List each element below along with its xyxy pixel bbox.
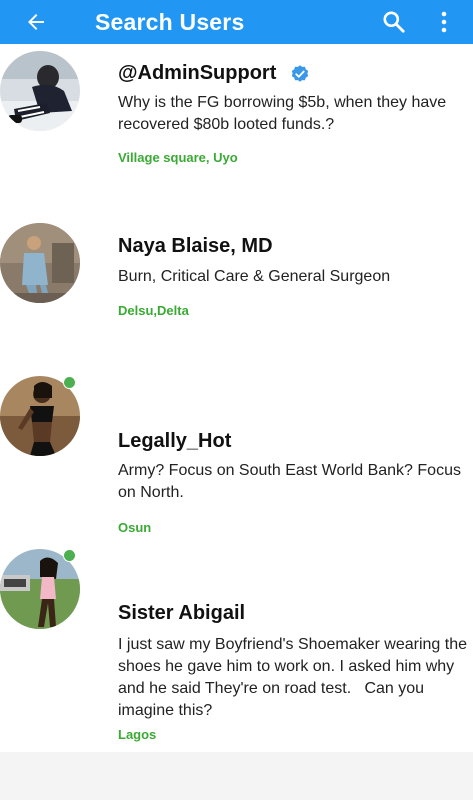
user-location: Village square, Uyo [118, 150, 238, 165]
app-bar: Search Users [0, 0, 473, 44]
avatar[interactable] [0, 223, 80, 303]
user-name-text: Naya Blaise, MD [118, 235, 273, 257]
verified-badge-icon [290, 64, 310, 84]
user-list: @AdminSupport Why is the FG borrowing $5… [0, 44, 473, 752]
more-vertical-icon [441, 11, 447, 33]
user-bio: Why is the FG borrowing $5b, when they h… [118, 94, 447, 133]
user-name-text: Sister Abigail [118, 602, 246, 624]
user-list-item[interactable]: Naya Blaise, MD Burn, Critical Care & Ge… [0, 196, 473, 371]
user-name-text: @AdminSupport [118, 62, 277, 84]
user-location: Delsu,Delta [118, 303, 189, 318]
user-bio: Army? Focus on South East World Bank? Fo… [118, 462, 461, 501]
arrow-left-icon [28, 14, 44, 30]
search-button[interactable] [375, 0, 413, 44]
user-list-item[interactable]: Legally_Hot Army? Focus on South East Wo… [0, 371, 473, 546]
user-list-item[interactable]: Sister Abigail I just saw my Boyfriend's… [0, 546, 473, 752]
user-name: Legally_Hot [118, 430, 231, 453]
back-button[interactable] [0, 0, 76, 44]
user-name: @AdminSupport [118, 62, 310, 85]
user-location: Osun [118, 520, 152, 535]
avatar-image [0, 223, 80, 303]
avatar[interactable] [0, 376, 80, 456]
search-icon [383, 11, 405, 33]
user-bio: Burn, Critical Care & General Surgeon [118, 268, 391, 285]
online-status-indicator [63, 376, 76, 389]
user-name: Naya Blaise, MD [118, 235, 273, 258]
avatar-image [0, 51, 80, 131]
user-list-item[interactable]: @AdminSupport Why is the FG borrowing $5… [0, 44, 473, 196]
page-title: Search Users [95, 8, 245, 35]
more-options-button[interactable] [431, 0, 457, 44]
user-location: Lagos [118, 727, 157, 742]
avatar[interactable] [0, 549, 80, 629]
avatar[interactable] [0, 51, 80, 131]
user-name-text: Legally_Hot [118, 430, 232, 452]
online-status-indicator [63, 549, 76, 562]
user-name: Sister Abigail [118, 602, 245, 625]
user-bio: I just saw my Boyfriend's Shoemaker wear… [118, 636, 472, 719]
